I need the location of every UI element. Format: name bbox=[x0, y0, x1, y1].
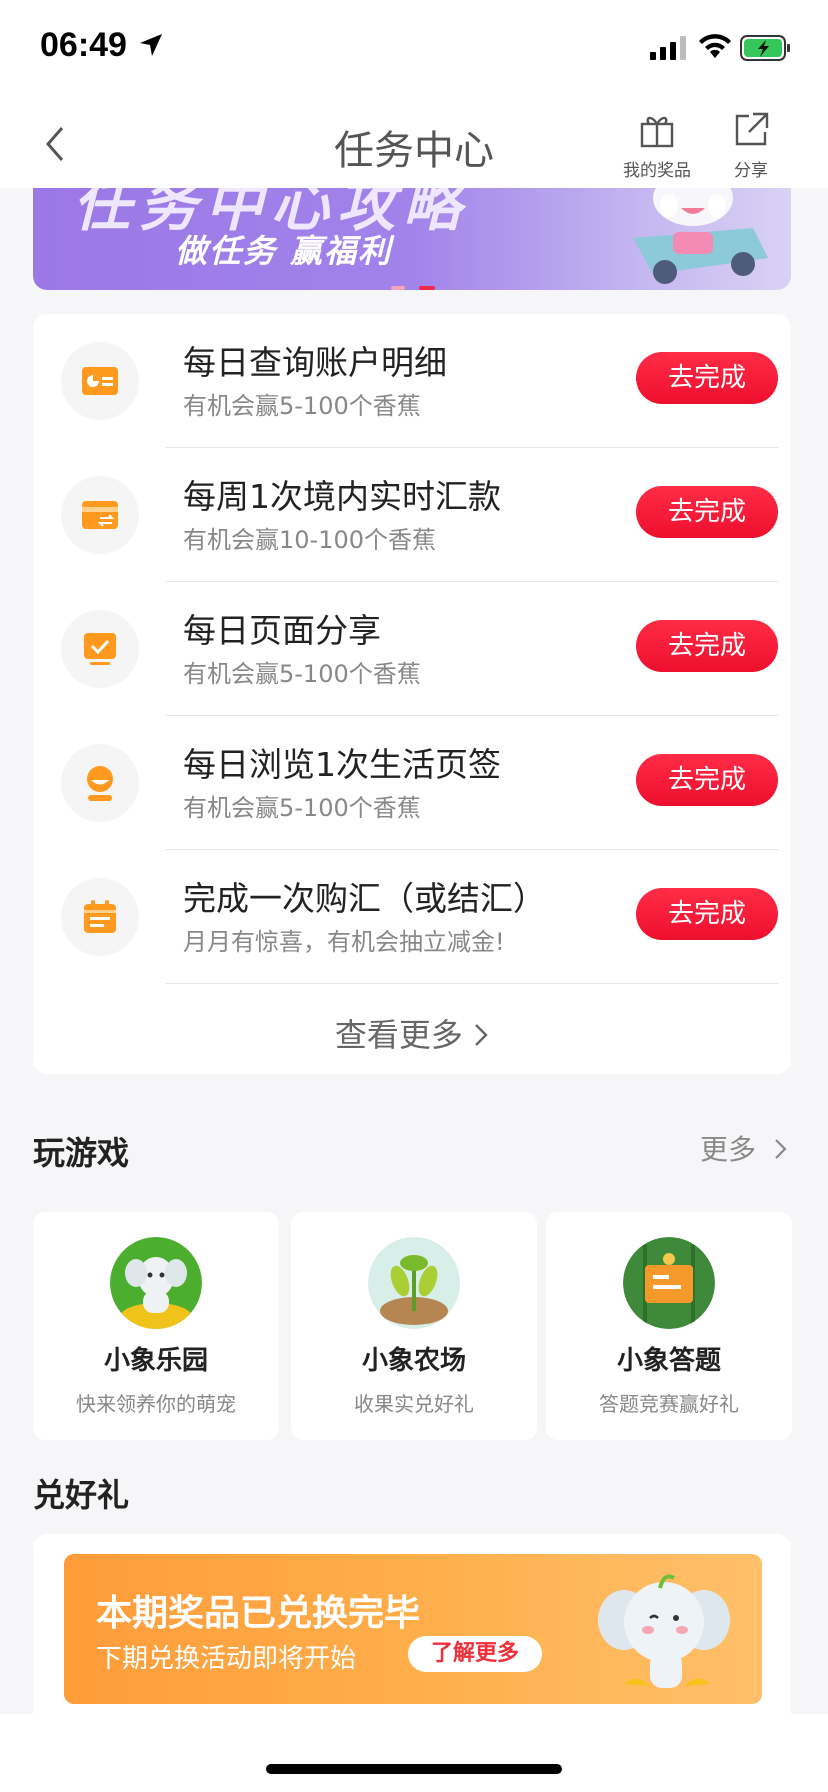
task-row: 每日浏览1次生活页签 有机会赢5-100个香蕉 去完成 bbox=[33, 716, 791, 850]
elephant-park-avatar bbox=[110, 1237, 202, 1329]
game-card[interactable]: 小象答题 答题竞赛赢好礼 bbox=[546, 1212, 792, 1440]
game-name: 小象乐园 bbox=[103, 1346, 208, 1376]
wifi-icon bbox=[699, 34, 731, 58]
gift-banner[interactable]: 本期奖品已兑换完毕 下期兑换活动即将开始 了解更多 bbox=[64, 1554, 762, 1704]
pagination-dot-active bbox=[419, 286, 435, 290]
task-icon-bg bbox=[61, 744, 139, 822]
game-desc: 答题竞赛赢好礼 bbox=[599, 1392, 739, 1416]
task-complete-button[interactable]: 去完成 bbox=[636, 620, 778, 672]
share-label: 分享 bbox=[734, 161, 768, 181]
chevron-right-icon bbox=[775, 1139, 787, 1159]
game-card[interactable]: 小象乐园 快来领养你的萌宠 bbox=[33, 1212, 279, 1440]
elephant-quiz-avatar bbox=[623, 1237, 715, 1329]
task-list-card: 每日查询账户明细 有机会赢5-100个香蕉 去完成 每周1次境内实时汇款 有机会… bbox=[33, 314, 791, 1074]
task-row: 完成一次购汇（或结汇） 月月有惊喜，有机会抽立减金! 去完成 bbox=[33, 850, 791, 984]
gifts-card: 本期奖品已兑换完毕 下期兑换活动即将开始 了解更多 bbox=[33, 1534, 791, 1714]
task-desc: 有机会赢5-100个香蕉 bbox=[183, 794, 421, 822]
task-complete-button[interactable]: 去完成 bbox=[636, 754, 778, 806]
my-prizes-label: 我的奖品 bbox=[623, 161, 691, 181]
view-more-tasks-link[interactable]: 查看更多 bbox=[33, 1010, 791, 1056]
nav-bar: 任务中心 我的奖品 分享 bbox=[0, 100, 828, 188]
banner-elephant-car-illustration bbox=[633, 188, 768, 284]
games-more-label: 更多 bbox=[700, 1133, 757, 1166]
task-complete-button[interactable]: 去完成 bbox=[636, 486, 778, 538]
task-icon-bg bbox=[61, 878, 139, 956]
status-time: 06:49 bbox=[40, 26, 127, 64]
divider bbox=[165, 983, 779, 984]
calendar-icon bbox=[84, 900, 116, 933]
battery-charging-icon bbox=[740, 35, 790, 61]
games-section-title: 玩游戏 bbox=[33, 1134, 130, 1172]
gift-headline: 本期奖品已兑换完毕 bbox=[96, 1593, 421, 1634]
home-indicator[interactable] bbox=[266, 1764, 562, 1774]
task-name: 完成一次购汇（或结汇） bbox=[183, 879, 546, 918]
task-desc: 有机会赢10-100个香蕉 bbox=[183, 526, 437, 554]
person-icon bbox=[87, 766, 113, 801]
banner-subtitle: 做任务 赢福利 bbox=[175, 232, 393, 270]
task-complete-button[interactable]: 去完成 bbox=[636, 888, 778, 940]
task-row: 每周1次境内实时汇款 有机会赢10-100个香蕉 去完成 bbox=[33, 448, 791, 582]
transfer-card-icon bbox=[82, 501, 118, 529]
pagination-dot bbox=[391, 286, 405, 290]
task-name: 每日浏览1次生活页签 bbox=[183, 745, 501, 784]
task-row: 每日查询账户明细 有机会赢5-100个香蕉 去完成 bbox=[33, 314, 791, 448]
elephant-mascot-illustration bbox=[598, 1574, 730, 1688]
game-desc: 快来领养你的萌宠 bbox=[76, 1392, 236, 1416]
page-title: 任务中心 bbox=[334, 128, 494, 174]
promo-banner[interactable]: 任务中心攻略 做任务 赢福利 bbox=[33, 188, 791, 290]
task-icon-bg bbox=[61, 610, 139, 688]
game-desc: 收果实兑好礼 bbox=[354, 1392, 474, 1416]
task-row: 每日页面分享 有机会赢5-100个香蕉 去完成 bbox=[33, 582, 791, 716]
chart-card-icon bbox=[82, 367, 118, 395]
task-desc: 月月有惊喜，有机会抽立减金! bbox=[183, 928, 505, 956]
gift-icon bbox=[640, 116, 674, 148]
my-prizes-button[interactable]: 我的奖品 bbox=[612, 110, 702, 181]
game-name: 小象答题 bbox=[616, 1346, 721, 1376]
task-name: 每日查询账户明细 bbox=[183, 343, 447, 382]
game-name: 小象农场 bbox=[361, 1346, 466, 1376]
checked-screen-icon bbox=[84, 633, 116, 665]
elephant-farm-avatar bbox=[368, 1237, 460, 1329]
task-name: 每日页面分享 bbox=[183, 611, 381, 650]
status-bar: 06:49 bbox=[0, 0, 828, 100]
bottom-safe-area bbox=[0, 1714, 828, 1792]
task-icon-bg bbox=[61, 476, 139, 554]
task-desc: 有机会赢5-100个香蕉 bbox=[183, 392, 421, 420]
task-icon-bg bbox=[61, 342, 139, 420]
cellular-signal-icon bbox=[650, 36, 686, 60]
games-more-link[interactable]: 更多 bbox=[700, 1128, 789, 1168]
share-button[interactable]: 分享 bbox=[706, 110, 796, 181]
share-icon bbox=[735, 112, 769, 146]
task-name: 每周1次境内实时汇款 bbox=[183, 477, 501, 516]
task-desc: 有机会赢5-100个香蕉 bbox=[183, 660, 421, 688]
gifts-section-title: 兑好礼 bbox=[33, 1476, 130, 1514]
gift-subline: 下期兑换活动即将开始 bbox=[96, 1644, 357, 1674]
location-arrow-icon bbox=[140, 34, 162, 56]
learn-more-button[interactable]: 了解更多 bbox=[408, 1636, 542, 1672]
game-card[interactable]: 小象农场 收果实兑好礼 bbox=[291, 1212, 537, 1440]
view-more-label: 查看更多 bbox=[334, 1016, 463, 1054]
task-complete-button[interactable]: 去完成 bbox=[636, 352, 778, 404]
chevron-right-icon bbox=[475, 1024, 488, 1046]
